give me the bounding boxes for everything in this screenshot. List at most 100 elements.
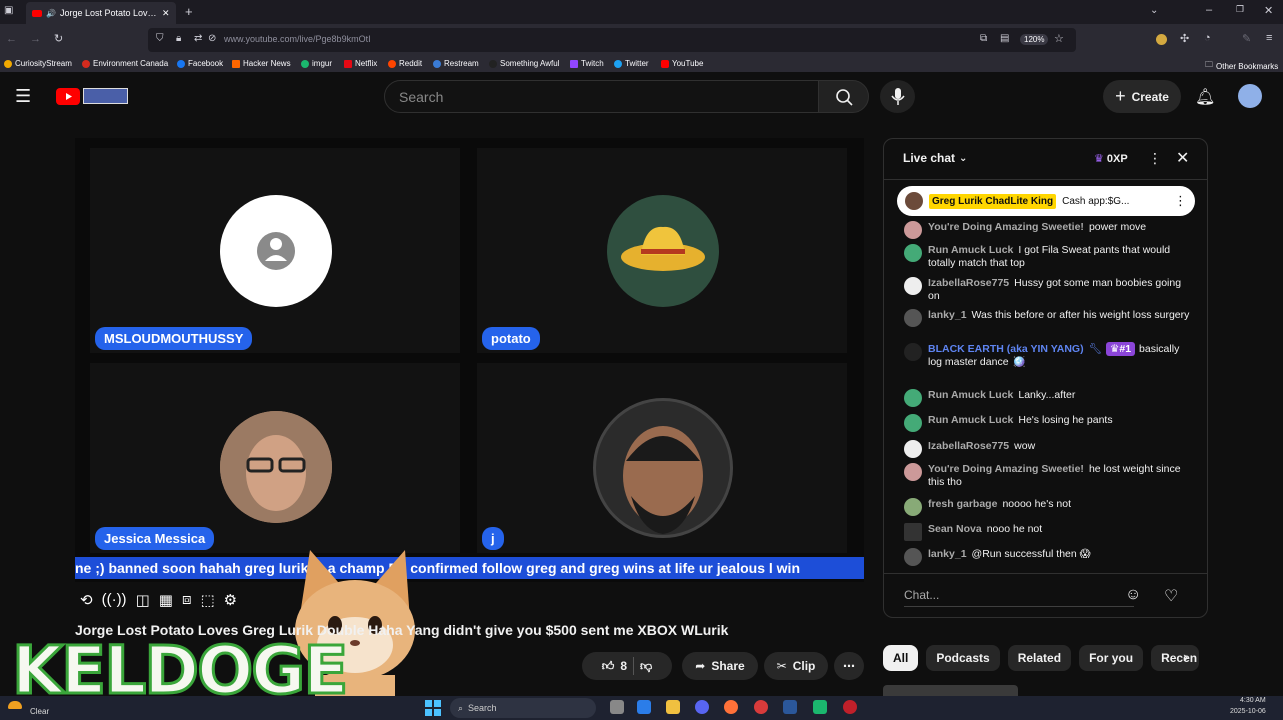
- taskbar-search[interactable]: ⌕ Search: [450, 698, 596, 718]
- theater-icon[interactable]: ⬚: [200, 591, 214, 613]
- pinned-message[interactable]: Greg Lurik ChadLite King Cash app:$G... …: [897, 186, 1195, 216]
- thumbs-down-icon[interactable]: 👎︎: [640, 659, 652, 674]
- media-player-icon[interactable]: [843, 700, 857, 714]
- bookmark-curiositystream[interactable]: CuriosityStream: [4, 59, 72, 68]
- avatar: [904, 523, 922, 541]
- app-icon[interactable]: [813, 700, 827, 714]
- chevron-right-icon[interactable]: ›: [1183, 649, 1188, 667]
- chip-for-you[interactable]: For you: [1079, 645, 1144, 671]
- chip-all[interactable]: All: [883, 645, 919, 671]
- feather-icon[interactable]: ✎: [1242, 32, 1251, 45]
- search-input[interactable]: Search: [384, 80, 819, 113]
- play-triangle-icon: [66, 93, 72, 100]
- bookmark-twitch[interactable]: Twitch: [570, 59, 604, 68]
- app-icon[interactable]: [754, 700, 768, 714]
- extensions-puzzle-icon[interactable]: ✣: [1180, 32, 1189, 45]
- word-icon[interactable]: [783, 700, 797, 714]
- list-tabs-chevron-icon[interactable]: ⌄: [1150, 5, 1158, 16]
- live-broadcast-icon[interactable]: ((·)): [102, 591, 127, 613]
- bookmark-youtube[interactable]: YouTube: [661, 59, 703, 68]
- minimize-icon[interactable]: –: [1206, 4, 1212, 16]
- account-avatar[interactable]: [1238, 84, 1262, 108]
- bookmark-netflix[interactable]: Netflix: [344, 59, 377, 68]
- zoom-level[interactable]: 120%: [1020, 34, 1049, 45]
- share-arrow-icon: ➦: [695, 659, 706, 673]
- permissions-icon[interactable]: ⇄: [194, 33, 202, 44]
- like-button[interactable]: 👍︎ 8: [602, 659, 627, 674]
- speaker-icon[interactable]: 🔊: [46, 9, 56, 18]
- recommended-video-thumbnail[interactable]: [883, 685, 1018, 696]
- new-tab-icon[interactable]: +: [185, 4, 193, 19]
- reload-icon[interactable]: ↻: [54, 32, 63, 45]
- avatar: [904, 463, 922, 481]
- chip-recent[interactable]: Recen: [1151, 645, 1200, 671]
- close-tab-icon[interactable]: ✕: [162, 8, 170, 19]
- browser-tab[interactable]: 🔊 Jorge Lost Potato Loves Gr... ✕: [26, 2, 176, 24]
- browser-tab-bar: ▣ 🔊 Jorge Lost Potato Loves Gr... ✕ + ⌄ …: [0, 0, 1283, 24]
- copilot-icon[interactable]: [637, 700, 651, 714]
- youtube-logo-icon[interactable]: [56, 88, 80, 105]
- extension-icon[interactable]: [1156, 34, 1167, 45]
- mute-site-icon[interactable]: ⊘: [208, 33, 216, 44]
- forward-icon[interactable]: →: [30, 33, 41, 45]
- bookmark-reddit[interactable]: Reddit: [388, 59, 422, 68]
- heart-icon[interactable]: ♡: [1164, 586, 1178, 606]
- create-button[interactable]: + Create: [1103, 80, 1181, 113]
- navigation-toolbar: ← → ↻ ⛉ 🔒︎ ⇄ ⊘ www.youtube.com/live/Pge8…: [0, 24, 1283, 56]
- restore-icon[interactable]: ❐: [1236, 4, 1244, 15]
- guide-menu-icon[interactable]: ☰: [15, 86, 31, 107]
- screenshot-icon[interactable]: ▤: [1000, 33, 1009, 44]
- share-button[interactable]: ➦ Share: [682, 652, 758, 680]
- clock-date[interactable]: 2025-10-06: [1230, 708, 1266, 715]
- more-vertical-icon[interactable]: ⋮: [1148, 150, 1162, 167]
- bookmark-twitter[interactable]: Twitter: [614, 59, 649, 68]
- miniplayer-icon[interactable]: ⧈: [182, 591, 192, 613]
- avatar: [904, 548, 922, 566]
- menu-hamburger-icon[interactable]: ≡: [1266, 32, 1272, 44]
- sync-icon[interactable]: ◔: [1204, 32, 1211, 44]
- tab-list-icon[interactable]: ▣: [4, 5, 13, 16]
- task-view-icon[interactable]: [610, 700, 624, 714]
- chat-input[interactable]: Chat...: [904, 585, 1134, 607]
- video-player[interactable]: MSLOUDMOUTHUSSY potato Jessica Messica j: [75, 138, 864, 582]
- url-text[interactable]: www.youtube.com/live/Pge8b9kmOtI: [224, 34, 371, 44]
- other-bookmarks[interactable]: 🗀 Other Bookmarks: [1205, 59, 1278, 73]
- participant-name-badge: MSLOUDMOUTHUSSY: [95, 327, 253, 350]
- windows-start-icon[interactable]: [425, 700, 441, 716]
- bookmark-something-awful[interactable]: Something Awful: [489, 59, 559, 68]
- emoji-picker-icon[interactable]: ☺: [1125, 586, 1141, 604]
- file-explorer-icon[interactable]: [666, 700, 680, 714]
- close-chat-icon[interactable]: ✕: [1176, 148, 1189, 168]
- weather-icon[interactable]: [8, 701, 22, 709]
- bookmark-hacker-news[interactable]: Hacker News: [232, 59, 291, 68]
- chip-podcasts[interactable]: Podcasts: [926, 645, 1000, 671]
- settings-gear-icon[interactable]: ⚙: [224, 591, 237, 613]
- picture-in-picture-icon[interactable]: ⧉: [980, 33, 987, 44]
- clock-time[interactable]: 4:30 AM: [1240, 697, 1266, 704]
- close-window-icon[interactable]: ✕: [1264, 4, 1273, 17]
- notifications-bell-icon[interactable]: 🔔︎: [1195, 87, 1215, 107]
- chat-message: IzabellaRose775 Hussy got some man boobie…: [904, 277, 1194, 303]
- film-icon[interactable]: ▦: [159, 591, 173, 613]
- search-button[interactable]: [818, 80, 869, 113]
- bookmark-environment-canada[interactable]: Environment Canada: [82, 59, 168, 68]
- bookmark-restream[interactable]: Restream: [433, 59, 479, 68]
- voice-search-button[interactable]: [880, 80, 915, 113]
- firefox-icon[interactable]: [724, 700, 738, 714]
- bookmark-facebook[interactable]: Facebook: [177, 59, 223, 68]
- shield-icon[interactable]: ⛉: [156, 33, 164, 44]
- bookmark-imgur[interactable]: imgur: [301, 59, 332, 68]
- more-vertical-icon[interactable]: ⋮: [1174, 193, 1187, 209]
- live-chat-mode-dropdown[interactable]: Live chat ⌄: [903, 151, 967, 165]
- xp-badge[interactable]: ♛ 0XP: [1094, 152, 1128, 166]
- loop-icon[interactable]: ⟲: [80, 591, 93, 613]
- clip-button[interactable]: ✂ Clip: [764, 652, 828, 680]
- lock-icon[interactable]: 🔒︎: [176, 33, 181, 44]
- discord-icon[interactable]: [695, 700, 709, 714]
- chat-message: Sean Nova nooo he not: [904, 523, 1194, 541]
- bookmark-star-icon[interactable]: ☆: [1054, 32, 1064, 45]
- more-actions-button[interactable]: ⋯: [834, 652, 864, 680]
- back-icon[interactable]: ←: [6, 33, 17, 45]
- watch-icon[interactable]: ◫: [136, 591, 150, 613]
- chip-related[interactable]: Related: [1007, 645, 1072, 671]
